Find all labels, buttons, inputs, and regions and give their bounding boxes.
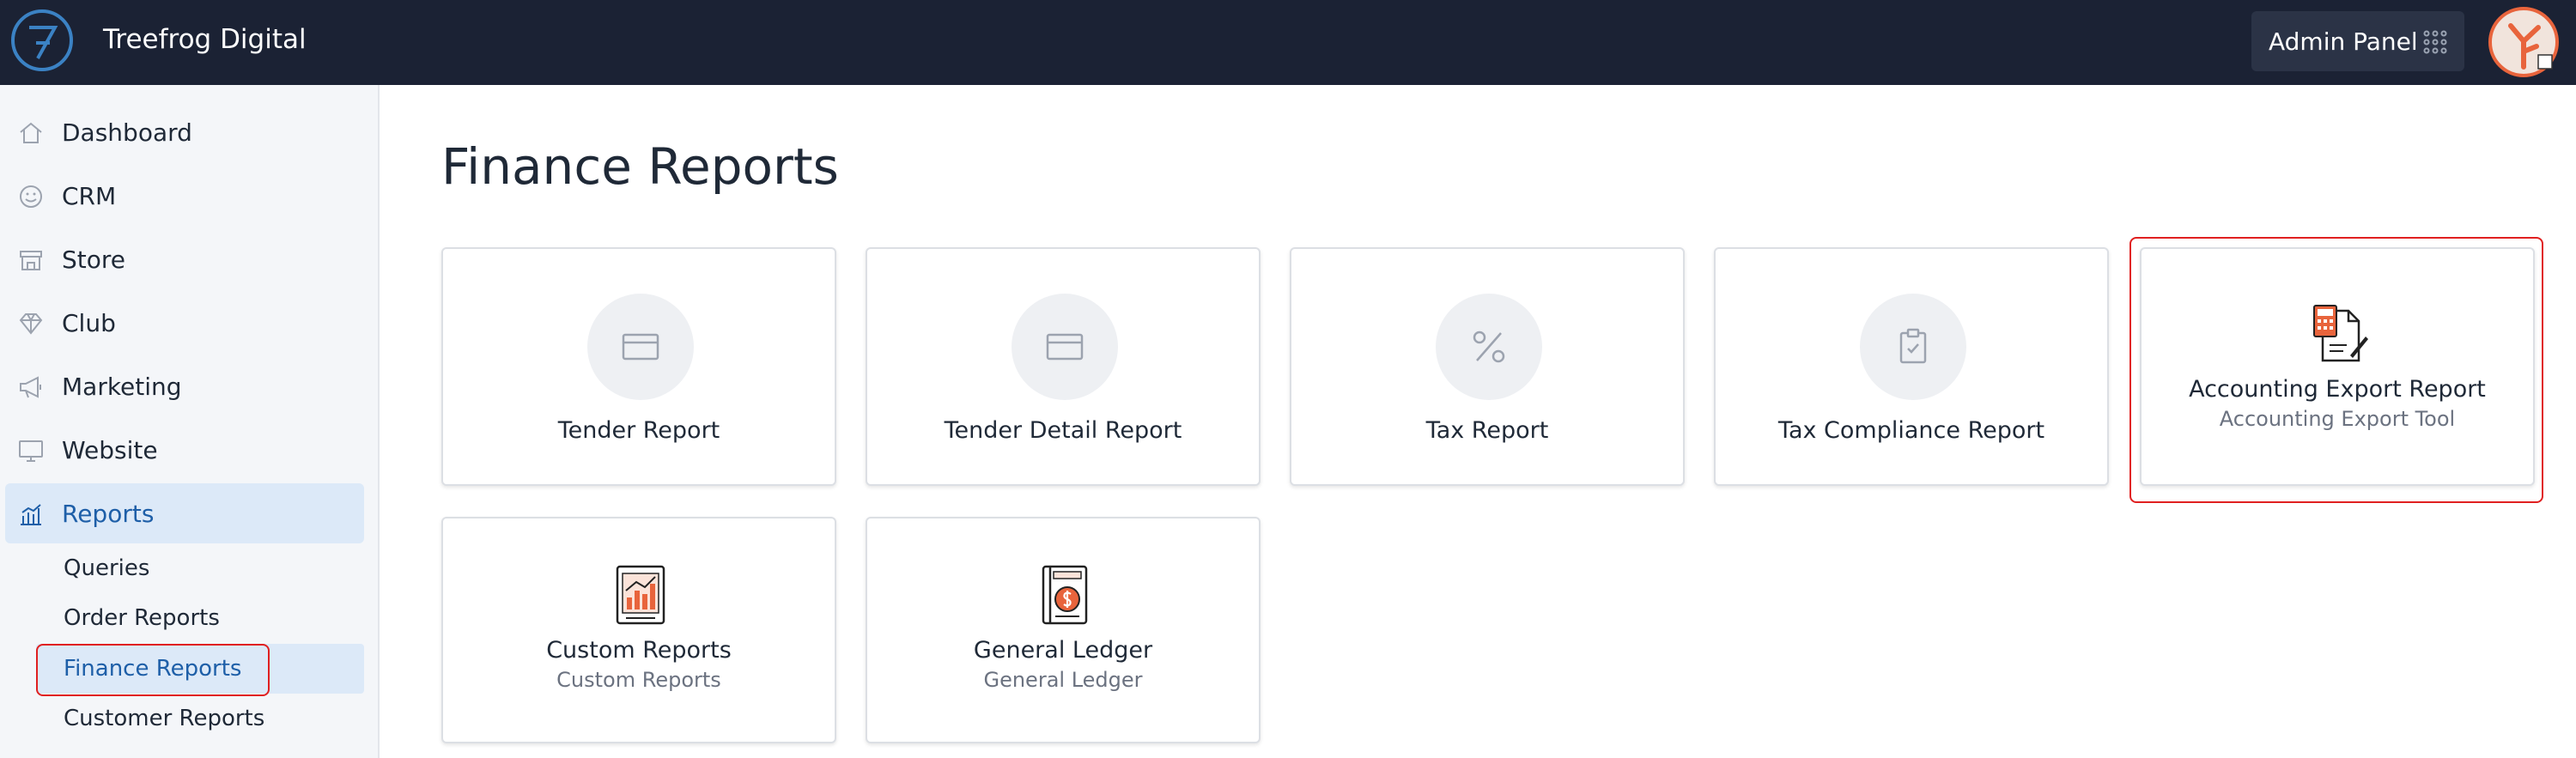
sidebar-item-website[interactable]: Website bbox=[5, 420, 364, 480]
card-title: Custom Reports bbox=[546, 637, 732, 664]
chart-document-icon bbox=[616, 565, 665, 625]
sidebar-item-label: CRM bbox=[62, 181, 117, 210]
card-custom-reports[interactable]: Custom Reports Custom Reports bbox=[441, 517, 836, 743]
card-title: Tender Report bbox=[557, 417, 720, 444]
smiley-icon bbox=[20, 185, 42, 208]
sidebar-subitem-queries[interactable]: Queries bbox=[36, 543, 364, 593]
card-title: Tax Report bbox=[1425, 417, 1549, 444]
sidebar-item-label: Club bbox=[62, 308, 116, 337]
icon-circle bbox=[587, 294, 694, 400]
sidebar-subitem-customer-reports[interactable]: Customer Reports bbox=[36, 694, 364, 743]
apps-grid-icon bbox=[2423, 30, 2447, 54]
sidebar-subitem-label: Order Reports bbox=[64, 605, 220, 631]
page-title: Finance Reports bbox=[441, 137, 839, 196]
user-avatar[interactable] bbox=[2488, 7, 2559, 77]
card-subtitle: General Ledger bbox=[983, 668, 1143, 692]
card-tender-detail-report[interactable]: Tender Detail Report bbox=[866, 247, 1261, 486]
ledger-book-icon bbox=[1042, 565, 1088, 625]
card-tender-report[interactable]: Tender Report bbox=[441, 247, 836, 486]
sidebar-item-label: Marketing bbox=[62, 372, 182, 401]
icon-circle bbox=[1860, 294, 1966, 400]
sidebar-item-store[interactable]: Store bbox=[5, 229, 364, 289]
credit-card-icon bbox=[1046, 333, 1084, 361]
home-icon bbox=[20, 122, 42, 143]
top-bar: Treefrog Digital Admin Panel bbox=[0, 0, 2576, 85]
sidebar-subitem-order-reports[interactable]: Order Reports bbox=[36, 593, 364, 643]
megaphone-icon bbox=[20, 376, 41, 398]
sidebar-item-label: Website bbox=[62, 435, 158, 464]
sidebar-item-reports[interactable]: Reports bbox=[5, 483, 364, 543]
sidebar-item-crm[interactable]: CRM bbox=[5, 166, 364, 226]
card-title: Tender Detail Report bbox=[944, 417, 1182, 444]
finance-reports-highlight bbox=[36, 644, 270, 696]
card-title: General Ledger bbox=[973, 637, 1153, 664]
sidebar-item-label: Dashboard bbox=[62, 118, 192, 147]
store-icon bbox=[20, 251, 42, 270]
credit-card-icon bbox=[622, 333, 659, 361]
sidebar-item-label: Reports bbox=[62, 499, 155, 528]
admin-panel-button[interactable]: Admin Panel bbox=[2251, 11, 2464, 71]
brand-name: Treefrog Digital bbox=[103, 24, 307, 55]
card-title: Tax Compliance Report bbox=[1777, 417, 2045, 444]
logo-icon[interactable] bbox=[10, 9, 74, 72]
sidebar-item-label: Store bbox=[62, 245, 126, 274]
clipboard-check-icon bbox=[1899, 328, 1927, 364]
diamond-icon bbox=[19, 313, 43, 335]
sidebar-item-club[interactable]: Club bbox=[5, 293, 364, 353]
sidebar-subitem-label: Customer Reports bbox=[64, 706, 265, 731]
sidebar-item-dashboard[interactable]: Dashboard bbox=[5, 102, 364, 162]
bar-chart-icon bbox=[21, 504, 41, 525]
card-subtitle: Custom Reports bbox=[556, 668, 721, 692]
admin-panel-label: Admin Panel bbox=[2269, 27, 2418, 56]
card-tax-report[interactable]: Tax Report bbox=[1290, 247, 1685, 486]
accounting-export-highlight bbox=[2129, 237, 2543, 503]
percent-icon bbox=[1473, 330, 1505, 363]
card-tax-compliance-report[interactable]: Tax Compliance Report bbox=[1714, 247, 2109, 486]
icon-circle bbox=[1012, 294, 1118, 400]
icon-circle bbox=[1436, 294, 1542, 400]
card-general-ledger[interactable]: General Ledger General Ledger bbox=[866, 517, 1261, 743]
sidebar-item-marketing[interactable]: Marketing bbox=[5, 356, 364, 416]
sidebar-subitem-label: Queries bbox=[64, 555, 150, 581]
monitor-icon bbox=[19, 440, 43, 462]
